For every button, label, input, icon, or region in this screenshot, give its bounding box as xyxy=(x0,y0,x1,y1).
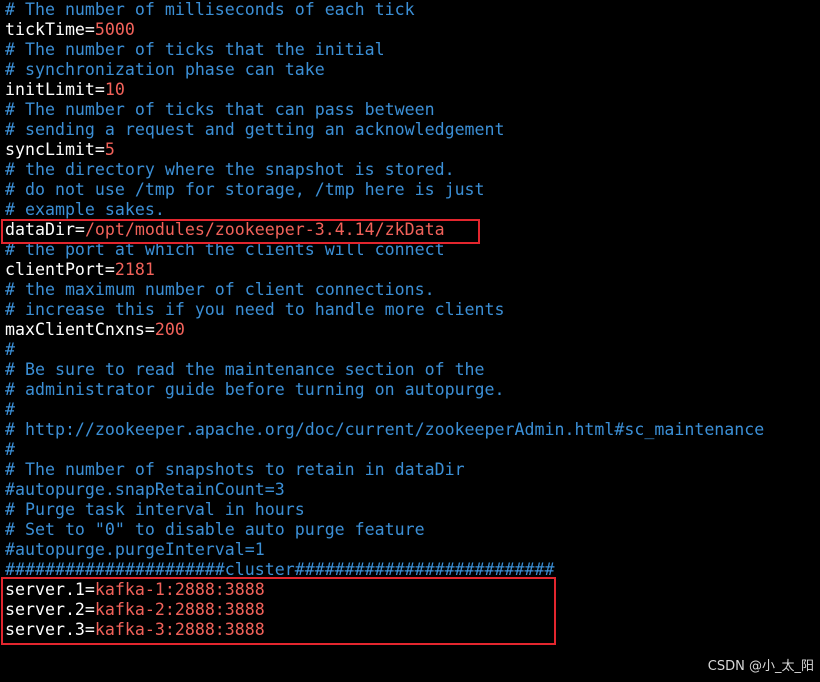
config-line: # The number of ticks that can pass betw… xyxy=(5,100,820,120)
config-key: tickTime= xyxy=(5,20,95,39)
config-line: # the port at which the clients will con… xyxy=(5,240,820,260)
config-line: # Be sure to read the maintenance sectio… xyxy=(5,360,820,380)
terminal-editor[interactable]: # The number of milliseconds of each tic… xyxy=(5,0,820,660)
config-value: 10 xyxy=(104,80,125,99)
config-line: # The number of milliseconds of each tic… xyxy=(5,0,820,20)
comment-text: # The number of milliseconds of each tic… xyxy=(5,0,415,19)
config-value: kafka-3:2888:3888 xyxy=(94,620,265,639)
config-line: # Purge task interval in hours xyxy=(5,500,820,520)
cluster-divider: ######################cluster###########… xyxy=(5,560,820,580)
config-value: 5000 xyxy=(94,20,135,39)
config-value: 5 xyxy=(104,140,115,159)
config-line: #autopurge.purgeInterval=1 xyxy=(5,540,820,560)
config-line: maxClientCnxns=200 xyxy=(5,320,820,340)
config-key: server.1= xyxy=(5,580,95,599)
comment-text: # Set to "0" to disable auto purge featu… xyxy=(5,520,425,539)
config-line: tickTime=5000 xyxy=(5,20,820,40)
comment-text: #autopurge.snapRetainCount=3 xyxy=(5,480,285,499)
config-value: kafka-1:2888:3888 xyxy=(94,580,265,599)
comment-text: # The number of ticks that the initial xyxy=(5,40,385,59)
config-line: # Set to "0" to disable auto purge featu… xyxy=(5,520,820,540)
comment-text: # http://zookeeper.apache.org/doc/curren… xyxy=(5,420,765,439)
config-line: # xyxy=(5,440,820,460)
comment-text: #autopurge.purgeInterval=1 xyxy=(5,540,265,559)
config-line: # xyxy=(5,340,820,360)
comment-text: # xyxy=(5,340,15,359)
csdn-watermark: CSDN @小_太_阳 xyxy=(707,659,814,674)
config-key: server.2= xyxy=(5,600,95,619)
comment-text: # The number of snapshots to retain in d… xyxy=(5,460,465,479)
config-line: # sending a request and getting an ackno… xyxy=(5,120,820,140)
config-line: syncLimit=5 xyxy=(5,140,820,160)
config-key: syncLimit= xyxy=(5,140,105,159)
comment-text: # sending a request and getting an ackno… xyxy=(5,120,505,139)
config-line: # The number of ticks that the initial xyxy=(5,40,820,60)
config-line-datadir: dataDir=/opt/modules/zookeeper-3.4.14/zk… xyxy=(5,220,820,240)
config-line: # http://zookeeper.apache.org/doc/curren… xyxy=(5,420,820,440)
config-line: # the directory where the snapshot is st… xyxy=(5,160,820,180)
config-key: clientPort= xyxy=(5,260,115,279)
comment-text: # the maximum number of client connectio… xyxy=(5,280,435,299)
comment-text: # synchronization phase can take xyxy=(5,60,325,79)
comment-text: # Purge task interval in hours xyxy=(5,500,305,519)
config-line: #autopurge.snapRetainCount=3 xyxy=(5,480,820,500)
comment-text: # administrator guide before turning on … xyxy=(5,380,505,399)
config-key: maxClientCnxns= xyxy=(5,320,155,339)
config-value: 2181 xyxy=(114,260,155,279)
comment-text: # xyxy=(5,400,15,419)
comment-text: # the directory where the snapshot is st… xyxy=(5,160,455,179)
server-line: server.3=kafka-3:2888:3888 xyxy=(5,620,820,640)
config-line: clientPort=2181 xyxy=(5,260,820,280)
config-line: initLimit=10 xyxy=(5,80,820,100)
config-line: # increase this if you need to handle mo… xyxy=(5,300,820,320)
comment-text: # Be sure to read the maintenance sectio… xyxy=(5,360,485,379)
config-line: # do not use /tmp for storage, /tmp here… xyxy=(5,180,820,200)
config-value: 200 xyxy=(154,320,185,339)
server-line: server.1=kafka-1:2888:3888 xyxy=(5,580,820,600)
comment-text: # The number of ticks that can pass betw… xyxy=(5,100,435,119)
config-line: # example sakes. xyxy=(5,200,820,220)
config-line: # The number of snapshots to retain in d… xyxy=(5,460,820,480)
config-key: initLimit= xyxy=(5,80,105,99)
comment-text: # do not use /tmp for storage, /tmp here… xyxy=(5,180,485,199)
comment-text: # example sakes. xyxy=(5,200,165,219)
config-value: kafka-2:2888:3888 xyxy=(94,600,265,619)
comment-text: # xyxy=(5,440,15,459)
config-key: dataDir= xyxy=(5,220,85,239)
config-line: # the maximum number of client connectio… xyxy=(5,280,820,300)
config-value: /opt/modules/zookeeper-3.4.14/zkData xyxy=(84,220,445,239)
comment-text: # increase this if you need to handle mo… xyxy=(5,300,505,319)
config-line: # synchronization phase can take xyxy=(5,60,820,80)
comment-text: ######################cluster###########… xyxy=(5,560,555,579)
config-line: # xyxy=(5,400,820,420)
config-line: # administrator guide before turning on … xyxy=(5,380,820,400)
server-line: server.2=kafka-2:2888:3888 xyxy=(5,600,820,620)
comment-text: # the port at which the clients will con… xyxy=(5,240,445,259)
config-key: server.3= xyxy=(5,620,95,639)
